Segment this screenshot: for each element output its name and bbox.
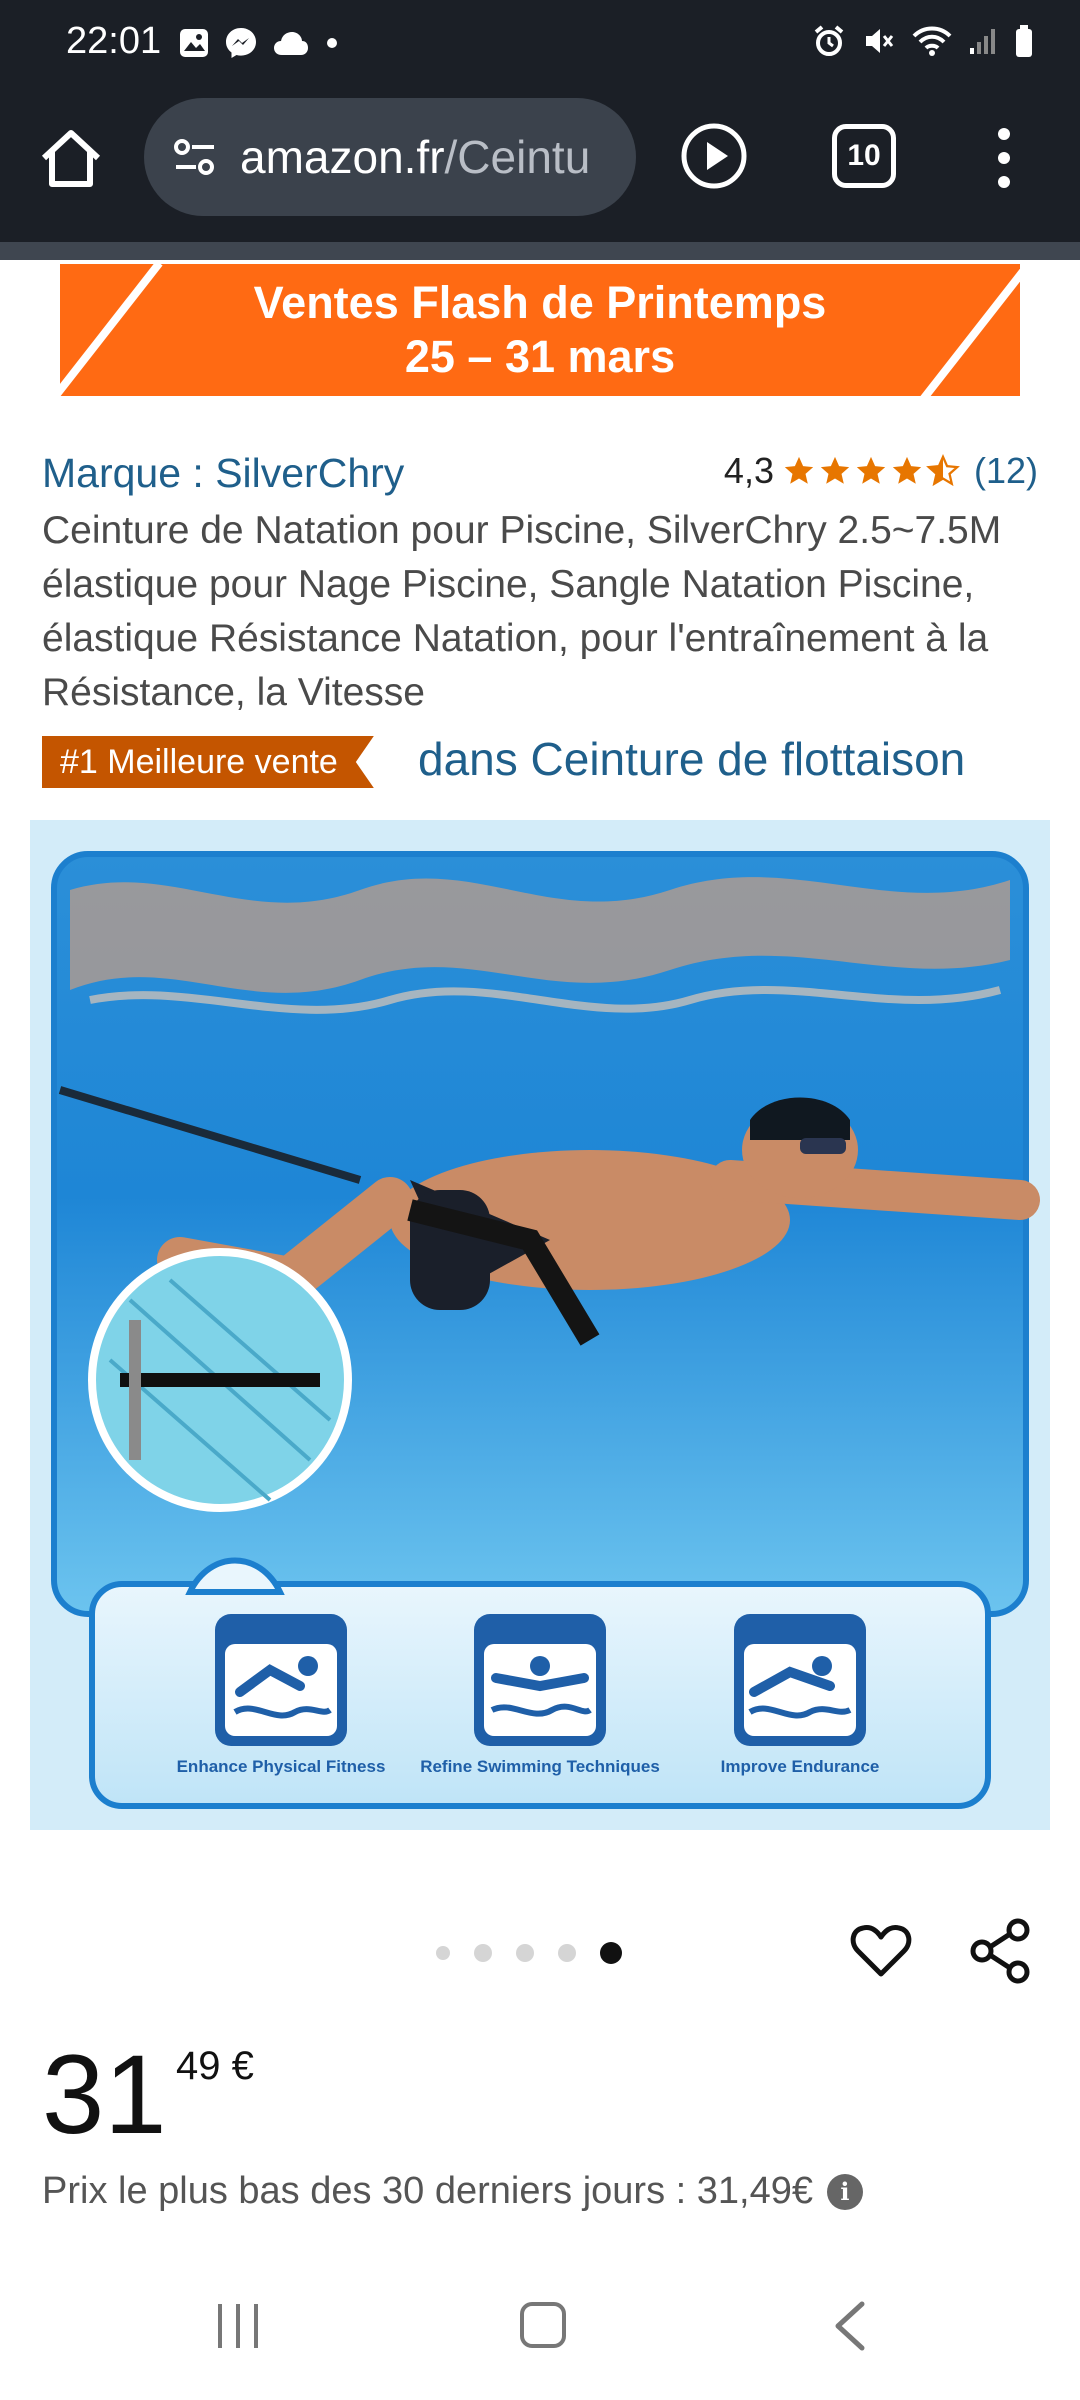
status-left-icons (178, 26, 340, 60)
url-domain: amazon.fr (240, 131, 445, 183)
promo-banner[interactable]: Ventes Flash de Printemps 25 – 31 mars (60, 264, 1020, 396)
share-icon[interactable] (968, 1918, 1034, 1984)
tab-switcher-button[interactable]: 10 (832, 124, 896, 188)
star-full-icon (784, 456, 814, 484)
recents-icon[interactable] (218, 2304, 258, 2348)
alarm-icon (814, 25, 844, 56)
star-full-icon (856, 456, 886, 484)
carousel-dot[interactable] (436, 1946, 450, 1960)
star-full-icon (892, 456, 922, 484)
feature-label-2: Refine Swimming Techniques (420, 1757, 660, 1776)
carousel-indicator[interactable] (436, 1942, 622, 1964)
heart-icon[interactable] (848, 1918, 914, 1984)
messenger-icon (226, 28, 256, 58)
info-icon[interactable]: i (826, 2173, 863, 2210)
carousel-dot[interactable] (474, 1944, 492, 1962)
rating-stars (782, 454, 960, 488)
star-half-icon (926, 454, 960, 487)
signal-icon (970, 29, 995, 54)
banner-line1: Ventes Flash de Printemps (253, 277, 827, 328)
more-menu-button[interactable] (992, 128, 1016, 188)
carousel-dot-active[interactable] (600, 1942, 622, 1964)
back-icon[interactable] (826, 2298, 874, 2354)
site-settings-icon[interactable] (172, 137, 218, 177)
url-path: /Ceintu (444, 131, 591, 183)
address-bar[interactable]: amazon.fr/Ceintu (144, 98, 636, 216)
notification-dot-icon (327, 38, 337, 48)
star-full-icon (820, 456, 850, 484)
banner-line2: 25 – 31 mars (404, 331, 676, 382)
brand-link[interactable]: Marque : SilverChry (42, 450, 404, 497)
status-time: 22:01 (66, 20, 162, 62)
play-icon[interactable] (678, 120, 750, 192)
home-icon[interactable] (36, 124, 106, 194)
rating-count: (12) (973, 450, 1038, 491)
mute-icon (866, 29, 894, 53)
home-nav-icon[interactable] (520, 2302, 566, 2348)
browser-toolbar: amazon.fr/Ceintu 10 (0, 92, 1080, 242)
system-navigation-bar (0, 2262, 1080, 2400)
url-text: amazon.fr/Ceintu (240, 130, 630, 184)
carousel-dot[interactable] (516, 1944, 534, 1962)
product-photo: Enhance Physical Fitness Refine Swimming… (30, 820, 1050, 1830)
lowest-price-text: Prix le plus bas des 30 derniers jours :… (42, 2170, 813, 2212)
product-image[interactable]: Enhance Physical Fitness Refine Swimming… (30, 820, 1050, 1830)
rating-value: 4,3 (723, 450, 774, 491)
wifi-icon (912, 26, 952, 56)
feature-label-1: Enhance Physical Fitness (177, 1757, 386, 1776)
status-bar: 22:01 (0, 0, 1080, 92)
cloud-icon (274, 32, 308, 55)
feature-label-3: Improve Endurance (721, 1757, 880, 1776)
carousel-dot[interactable] (558, 1944, 576, 1962)
toolbar-divider (0, 242, 1080, 260)
lowest-price-note: Prix le plus bas des 30 derniers jours :… (42, 2170, 863, 2213)
bestseller-category-link[interactable]: dans Ceinture de flottaison (418, 732, 965, 786)
banner-text: Ventes Flash de Printemps 25 – 31 mars (60, 276, 1020, 384)
battery-icon (1016, 25, 1032, 57)
price-fraction: 49 € (176, 2044, 254, 2088)
status-right-icons (812, 24, 1034, 58)
gallery-icon (180, 29, 208, 57)
product-title: Ceinture de Natation pour Piscine, Silve… (42, 509, 1002, 714)
rating-summary[interactable]: 4,3 (12) (724, 450, 1038, 492)
bestseller-badge: #1 Meilleure vente (42, 736, 374, 788)
price-whole: 31 (42, 2032, 167, 2157)
